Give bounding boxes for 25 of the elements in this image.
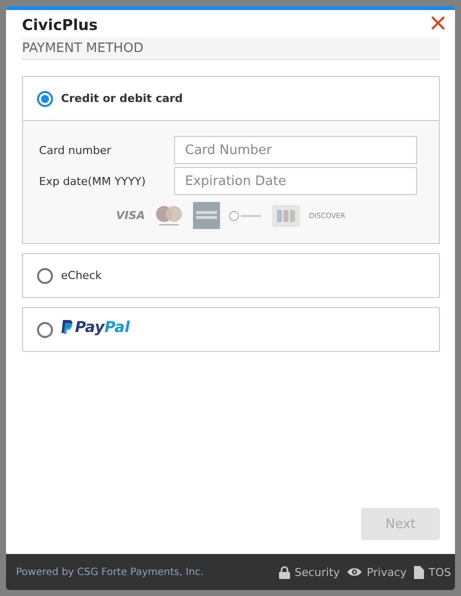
visa-logo: VISA <box>116 209 146 222</box>
payment-option[interactable]: Credit or debit card <box>22 76 440 121</box>
close-icon[interactable] <box>431 16 445 30</box>
dialog-title: CivicPlus <box>22 16 98 34</box>
option-label: eCheck <box>61 269 102 282</box>
document-icon <box>414 566 424 578</box>
powered-by-text: Powered by CSG Forte Payments, Inc. <box>16 566 204 578</box>
option-label: Credit or debit card <box>61 92 183 105</box>
payment-option[interactable]: eCheck <box>22 253 440 298</box>
eye-icon <box>346 567 362 577</box>
footer-link[interactable]: Privacy <box>366 566 407 578</box>
footer-link[interactable]: Security <box>294 566 340 578</box>
section-heading: PAYMENT METHOD <box>22 37 440 60</box>
radio-button[interactable] <box>37 90 53 106</box>
field-label: Card number <box>39 144 112 156</box>
radio-button[interactable] <box>37 322 53 338</box>
field-label: Exp date(MM YYYY) <box>39 174 146 188</box>
paypal-icon <box>61 320 73 334</box>
input-field[interactable]: Expiration Date <box>174 167 417 195</box>
radio-button[interactable] <box>37 268 53 284</box>
input-field[interactable]: Card Number <box>174 136 417 164</box>
payment-option[interactable]: PayPal <box>22 307 440 352</box>
lock-icon <box>278 566 290 578</box>
footer-link[interactable]: TOS <box>428 566 451 578</box>
paypal-logo: PayPal <box>75 318 130 336</box>
